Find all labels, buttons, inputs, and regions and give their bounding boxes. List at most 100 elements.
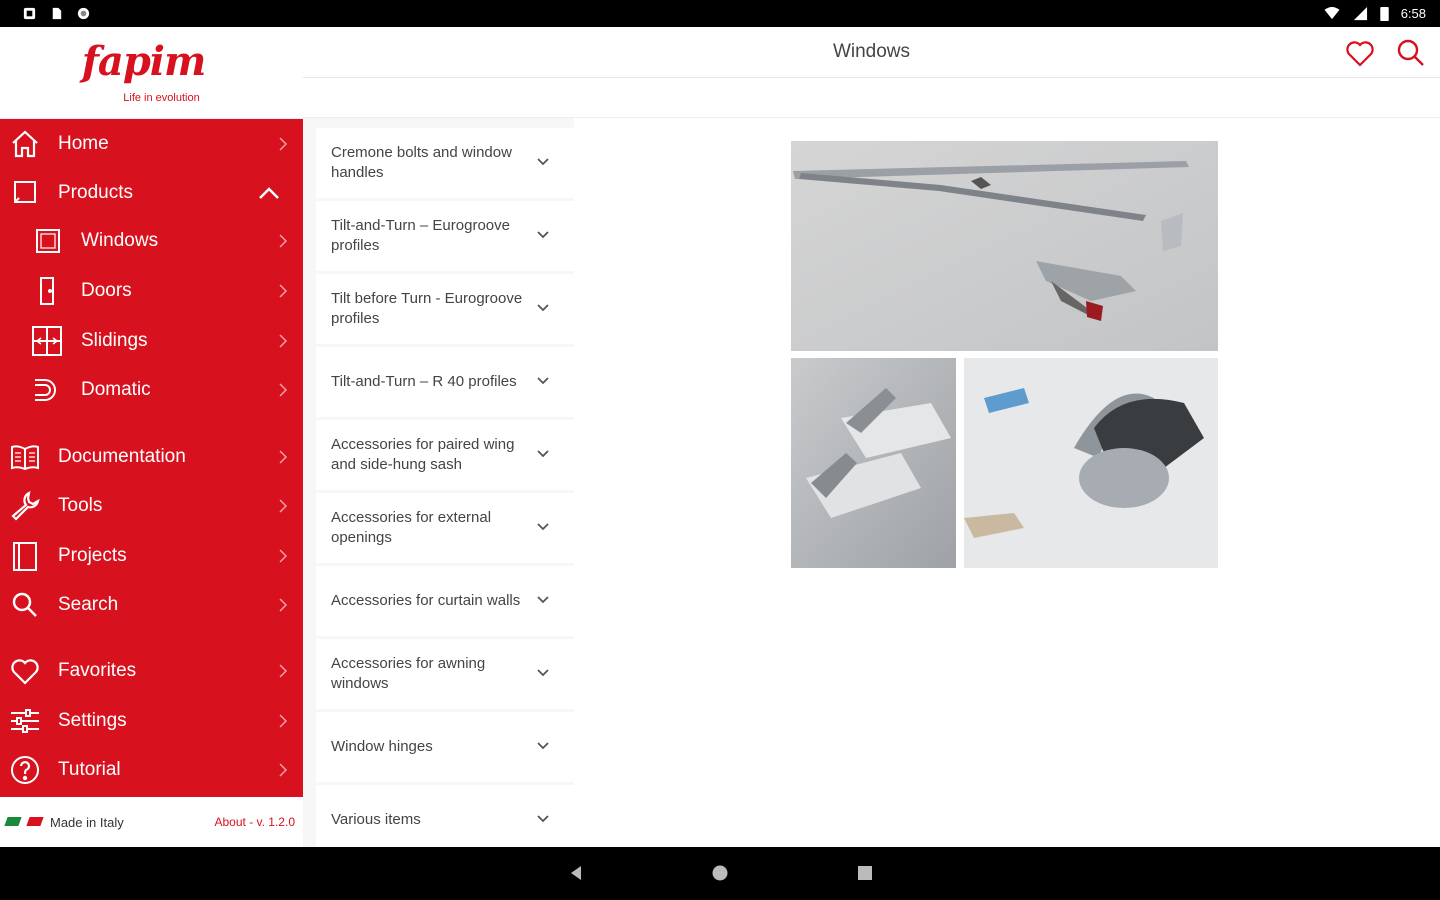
chevron-right-icon [279, 137, 288, 151]
system-nav-bar [0, 847, 1440, 900]
category-item[interactable]: Various items [316, 785, 574, 855]
category-item[interactable]: Tilt-and-Turn – Eurogroove profiles [316, 201, 574, 271]
sidebar-item-settings[interactable]: Settings [0, 698, 303, 744]
sidebar-item-documentation[interactable]: Documentation [0, 434, 303, 480]
category-list: Cremone bolts and window handles Tilt-an… [303, 118, 574, 855]
chevron-right-icon [279, 763, 288, 777]
sidebar-item-tools[interactable]: Tools [0, 483, 303, 529]
sync-icon [77, 7, 90, 20]
sidebar-item-search[interactable]: Search [0, 582, 303, 628]
chevron-down-icon [537, 304, 549, 312]
category-item[interactable]: Cremone bolts and window handles [316, 128, 574, 198]
sidebar-item-label: Documentation [58, 446, 186, 467]
sidebar-item-label: Tools [58, 495, 103, 516]
category-label: Accessories for curtain walls [331, 592, 521, 609]
sidebar-item-domatic[interactable]: Domatic [0, 367, 303, 413]
battery-icon [1379, 6, 1389, 21]
sub-header [303, 78, 1440, 118]
window-hinges-image [964, 358, 1218, 568]
sd-card-icon [52, 7, 62, 20]
wifi-icon [1324, 6, 1340, 20]
category-item[interactable]: Tilt before Turn - Eurogroove profiles [316, 274, 574, 344]
status-time: 6:58 [1400, 6, 1426, 21]
sliders-icon [11, 709, 39, 733]
square-icon [14, 181, 36, 203]
sidebar-item-doors[interactable]: Doors [0, 268, 303, 314]
chevron-down-icon [537, 742, 549, 750]
sidebar-item-tutorial[interactable]: Tutorial [0, 747, 303, 793]
sidebar-item-label: Settings [58, 710, 127, 731]
chevron-right-icon [279, 383, 288, 397]
domatic-icon [35, 379, 56, 401]
sidebar: fapim Life in evolution Home Products Wi… [0, 27, 303, 847]
category-item[interactable]: Accessories for awning windows [316, 639, 574, 709]
chevron-right-icon [279, 284, 288, 298]
sidebar-item-label: Slidings [81, 330, 148, 351]
sidebar-item-home[interactable]: Home [0, 121, 303, 167]
chevron-right-icon [279, 499, 288, 513]
sidebar-item-label: Projects [58, 545, 127, 566]
flag-green-icon [4, 817, 22, 826]
category-label: Accessories for paired wing and side-hun… [331, 436, 515, 473]
sidebar-item-projects[interactable]: Projects [0, 533, 303, 579]
status-bar: 6:58 [0, 0, 1440, 27]
home-icon [12, 130, 38, 158]
sidebar-item-label: Search [58, 594, 119, 615]
product-gallery [574, 118, 1440, 847]
chevron-right-icon [279, 450, 288, 464]
category-label: Tilt-and-Turn – Eurogroove profiles [331, 217, 510, 254]
chevron-up-icon [259, 187, 279, 199]
category-label: Window hinges [331, 738, 433, 755]
back-icon[interactable] [567, 864, 585, 882]
category-label: Tilt-and-Turn – R 40 profiles [331, 373, 517, 390]
chevron-down-icon [537, 377, 549, 385]
sidebar-item-label: Domatic [81, 379, 151, 400]
chevron-right-icon [279, 598, 288, 612]
heart-icon [11, 659, 39, 685]
sidebar-nav: Home Products Windows Doors Slidings Dom… [0, 119, 303, 797]
book-icon [11, 445, 39, 471]
sidebar-item-label: Tutorial [58, 759, 121, 780]
notification-icon [23, 7, 36, 20]
sidebar-item-label: Home [58, 133, 109, 154]
category-label: Cremone bolts and window handles [331, 144, 512, 181]
favorite-heart-icon[interactable] [1344, 37, 1376, 69]
sidebar-item-label: Windows [81, 230, 159, 251]
chevron-right-icon [279, 334, 288, 348]
made-in-italy: Made in Italy [50, 814, 124, 830]
chevron-down-icon [537, 158, 549, 166]
chevron-right-icon [279, 664, 288, 678]
flag-red-icon [26, 817, 44, 826]
chevron-down-icon [537, 450, 549, 458]
logo: fapim Life in evolution [0, 27, 303, 119]
chevron-right-icon [279, 714, 288, 728]
category-item[interactable]: Accessories for paired wing and side-hun… [316, 420, 574, 490]
about-link[interactable]: About - v. 1.2.0 [215, 815, 296, 829]
sidebar-footer: Made in Italy About - v. 1.2.0 [0, 797, 303, 847]
category-label: Tilt before Turn - Eurogroove profiles [331, 290, 523, 327]
category-item[interactable]: Window hinges [316, 712, 574, 782]
recents-icon[interactable] [856, 864, 874, 882]
app-header: Windows [303, 27, 1440, 78]
door-icon [40, 277, 54, 305]
search-icon[interactable] [1395, 37, 1427, 69]
sidebar-item-windows[interactable]: Windows [0, 218, 303, 264]
category-item[interactable]: Accessories for external openings [316, 493, 574, 563]
sliding-icon [32, 326, 62, 356]
category-item[interactable]: Accessories for curtain walls [316, 566, 574, 636]
chevron-right-icon [279, 234, 288, 248]
sidebar-item-label: Products [58, 182, 133, 203]
window-handles-image [791, 358, 956, 568]
help-icon [11, 756, 39, 784]
sidebar-item-favorites[interactable]: Favorites [0, 648, 303, 694]
chevron-down-icon [537, 596, 549, 604]
sidebar-item-slidings[interactable]: Slidings [0, 318, 303, 364]
home-button-icon[interactable] [711, 864, 729, 882]
window-hardware-image [791, 141, 1218, 351]
category-item[interactable]: Tilt-and-Turn – R 40 profiles [316, 347, 574, 417]
category-label: Various items [331, 811, 421, 828]
sidebar-item-label: Favorites [58, 660, 137, 681]
notebook-icon [13, 542, 37, 571]
sidebar-item-products[interactable]: Products [0, 170, 303, 216]
chevron-down-icon [537, 231, 549, 239]
